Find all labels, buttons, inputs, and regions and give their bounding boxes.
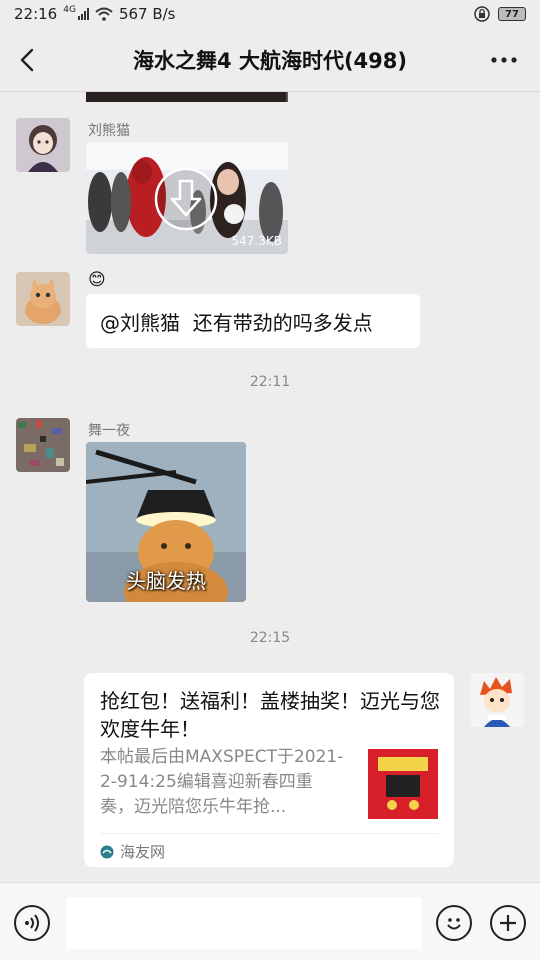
link-card-message[interactable]: 抢红包！送福利！盖楼抽奖！迈光与您欢度牛年！ 本帖最后由MAXSPECT于202… (84, 673, 454, 867)
link-card-source: 海友网 (120, 843, 166, 861)
sticker-caption: 头脑发热 (126, 569, 206, 593)
image-message[interactable]: 547.3KB (86, 142, 288, 254)
text-message-bubble[interactable]: @刘熊猫 还有带劲的吗多发点 (86, 294, 420, 348)
link-card-footer: 海友网 (100, 833, 438, 869)
signal-icon (77, 8, 89, 20)
sender-name: 舞一夜 (88, 423, 130, 439)
avatar[interactable] (16, 118, 70, 172)
time-separator: 22:11 (249, 374, 291, 390)
lock-rotation-icon (474, 6, 490, 22)
sticker-message[interactable]: 头脑发热 (86, 442, 246, 602)
network-speed: 567 B/s (118, 5, 176, 23)
avatar[interactable] (470, 673, 524, 727)
avatar[interactable] (16, 272, 70, 326)
status-time: 22:16 (14, 5, 58, 23)
wifi-icon (95, 7, 113, 21)
voice-input-button[interactable] (14, 905, 50, 941)
source-logo-icon (100, 845, 114, 859)
emoji-button[interactable] (436, 905, 472, 941)
link-card-description: 本帖最后由MAXSPECT于2021-2-914:25编辑喜迎新春四重奏，迈光陪… (100, 747, 344, 817)
network-type: 4G (63, 5, 76, 15)
add-more-button[interactable] (490, 905, 526, 941)
time-separator: 22:15 (249, 630, 291, 646)
message-text: @刘熊猫 还有带劲的吗多发点 (100, 310, 373, 335)
input-bar (0, 882, 540, 960)
emoji-icon: 😊 (88, 270, 106, 290)
more-options-button[interactable] (490, 48, 518, 78)
chat-title: 海水之舞4 大航海时代(498) (133, 48, 407, 73)
chat-header: 海水之舞4 大航海时代(498) (0, 28, 540, 92)
sender-name: 刘熊猫 (88, 123, 130, 139)
battery-icon: 77 (498, 7, 526, 21)
back-button[interactable] (14, 44, 42, 76)
status-bar: 22:16 4G 567 B/s 77 (0, 0, 540, 28)
image-size-label: 547.3KB (231, 234, 282, 248)
link-card-thumbnail (368, 749, 438, 819)
download-icon[interactable] (154, 167, 218, 231)
message-input[interactable] (66, 897, 422, 949)
message-list[interactable]: 刘熊猫 547.3KB 😊 @刘熊猫 还有带劲的吗多发点 22:11 舞一夜 头… (0, 92, 540, 882)
link-card-title: 抢红包！送福利！盖楼抽奖！迈光与您欢度牛年！ (100, 689, 440, 741)
avatar[interactable] (16, 418, 70, 472)
previous-image-message[interactable] (86, 92, 288, 102)
